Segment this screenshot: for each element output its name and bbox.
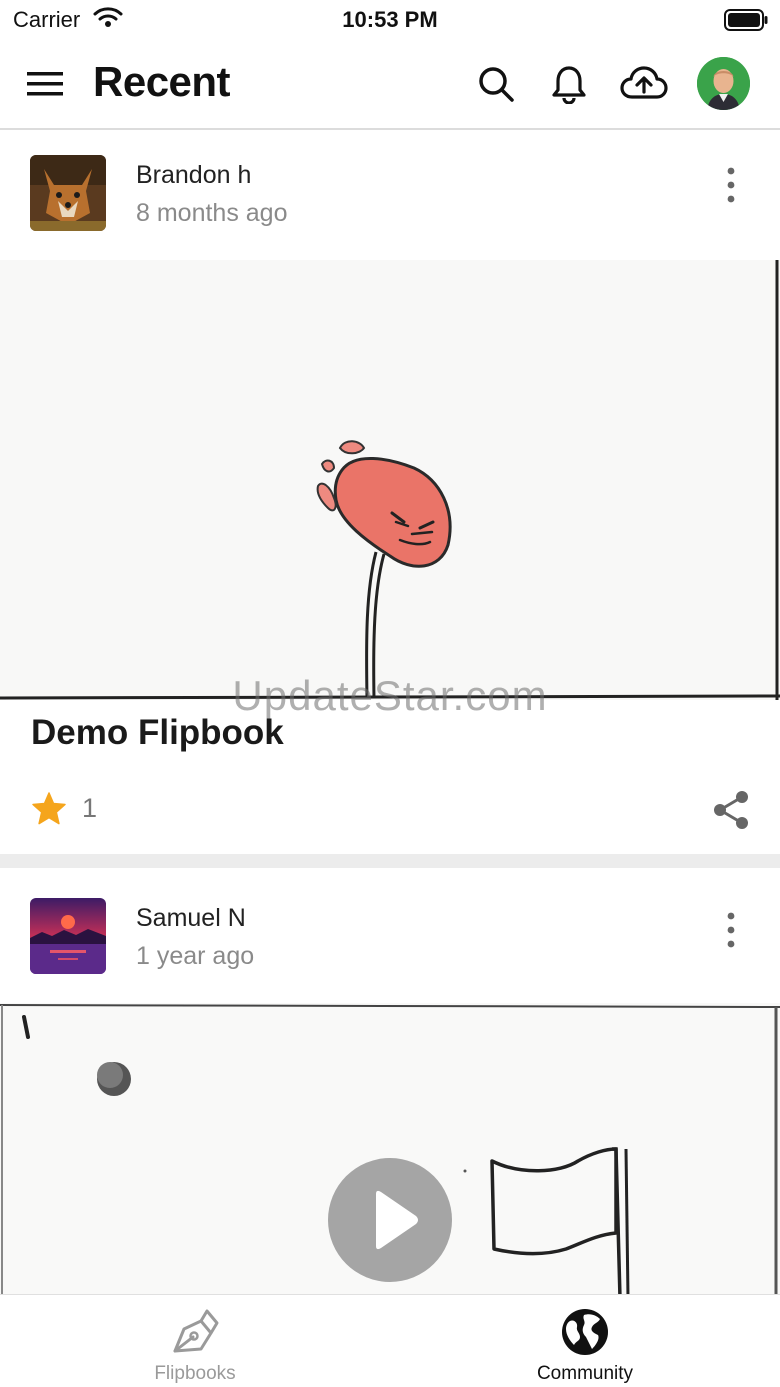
more-vertical-icon[interactable] [716, 165, 746, 205]
tab-label: Flipbooks [154, 1363, 236, 1384]
page-title: Recent [93, 58, 231, 105]
menu-icon[interactable] [27, 70, 63, 98]
star-icon[interactable] [31, 791, 67, 832]
clock: 10:53 PM [342, 7, 438, 32]
play-button[interactable] [328, 1158, 452, 1282]
post-timestamp: 1 year ago [136, 942, 255, 970]
tab-community[interactable]: Community [390, 1295, 780, 1387]
battery-icon [724, 9, 768, 36]
flipbook-drawing [0, 260, 780, 700]
flipbook-preview[interactable] [0, 260, 780, 700]
author-avatar[interactable] [30, 155, 106, 231]
globe-icon [560, 1307, 610, 1362]
post-timestamp: 8 months ago [136, 199, 288, 227]
search-icon[interactable] [476, 64, 516, 104]
post-author[interactable]: Samuel N [136, 904, 246, 933]
play-icon [376, 1190, 418, 1250]
cloud-upload-icon[interactable] [620, 64, 668, 104]
author-avatar[interactable] [30, 898, 106, 974]
tab-label: Community [536, 1363, 634, 1384]
pen-icon [169, 1307, 221, 1364]
post-title[interactable]: Demo Flipbook [31, 713, 284, 753]
star-count: 1 [82, 793, 98, 823]
post-divider [0, 854, 780, 868]
tab-flipbooks[interactable]: Flipbooks [0, 1295, 390, 1387]
status-bar: Carrier 10:53 PM [0, 0, 780, 40]
bell-icon[interactable] [549, 64, 589, 105]
post-author[interactable]: Brandon h [136, 161, 251, 190]
profile-avatar[interactable] [697, 57, 750, 110]
more-vertical-icon[interactable] [716, 910, 746, 950]
bottom-tab-bar: Flipbooks Community [0, 1294, 780, 1387]
post-header: Brandon h 8 months ago [0, 131, 780, 261]
app-bar: Recent [0, 40, 780, 130]
share-icon[interactable] [710, 789, 752, 836]
post-header: Samuel N 1 year ago [0, 868, 780, 998]
